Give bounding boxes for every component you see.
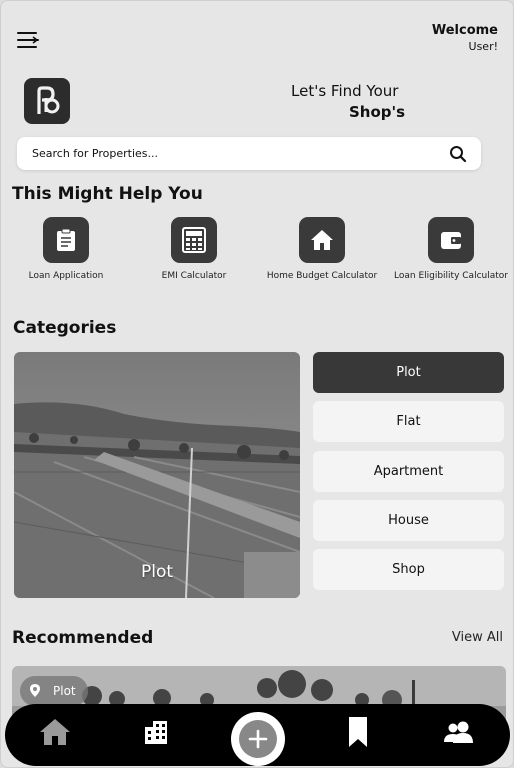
category-plot-button[interactable]: Plot (313, 352, 504, 393)
recommended-title: Recommended (12, 628, 154, 648)
help-tools: Loan Application EMI Calculator Home Bud… (1, 217, 513, 297)
nav-building-icon[interactable] (136, 714, 176, 750)
category-flat-button[interactable]: Flat (313, 401, 504, 443)
category-image-caption: Plot (140, 562, 174, 582)
bottom-navigation (5, 704, 510, 766)
menu-icon[interactable] (15, 29, 41, 51)
nav-users-icon[interactable] (439, 714, 479, 750)
help-item-label: Loan Application (28, 271, 104, 281)
category-shop-button[interactable]: Shop (313, 549, 504, 591)
emi-calculator-button[interactable]: EMI Calculator (134, 217, 254, 282)
recommended-badge-label: Plot (53, 684, 76, 698)
add-property-button[interactable] (231, 712, 285, 766)
welcome-message: Welcome User! (432, 23, 498, 55)
add-icon (239, 720, 277, 758)
clipboard-icon (43, 217, 89, 263)
help-item-label: Loan Eligibility Calculator (394, 271, 508, 281)
search-icon[interactable] (449, 145, 467, 163)
search-input[interactable] (32, 147, 449, 160)
wallet-icon (428, 217, 474, 263)
category-image[interactable]: Plot (14, 352, 300, 598)
recommended-badge: Plot (20, 676, 88, 706)
nav-home-icon[interactable] (35, 714, 75, 750)
home-icon (299, 217, 345, 263)
app-logo (24, 78, 70, 124)
help-item-label: Home Budget Calculator (266, 271, 378, 281)
help-item-label: EMI Calculator (161, 271, 227, 281)
search-bar (17, 137, 481, 170)
nav-bookmark-icon[interactable] (338, 714, 378, 750)
tagline-line1: Let's Find Your (291, 82, 399, 100)
tagline: Let's Find Your Shop's (291, 81, 405, 123)
categories-title: Categories (13, 318, 117, 338)
category-list: Plot Flat Apartment House Shop (313, 352, 504, 598)
help-section-title: This Might Help You (12, 184, 203, 204)
category-apartment-button[interactable]: Apartment (313, 450, 504, 492)
loan-eligibility-calculator-button[interactable]: Loan Eligibility Calculator (391, 217, 511, 282)
app-screen: Welcome User! Let's Find Your Shop's Thi… (0, 0, 514, 768)
user-name: User! (468, 40, 498, 53)
tagline-line2: Shop's (349, 103, 406, 121)
location-pin-icon (30, 684, 40, 697)
view-all-link[interactable]: View All (452, 630, 503, 645)
calculator-icon (171, 217, 217, 263)
home-budget-calculator-button[interactable]: Home Budget Calculator (262, 217, 382, 282)
loan-application-button[interactable]: Loan Application (6, 217, 126, 282)
welcome-text: Welcome (431, 23, 498, 38)
category-house-button[interactable]: House (313, 499, 504, 541)
